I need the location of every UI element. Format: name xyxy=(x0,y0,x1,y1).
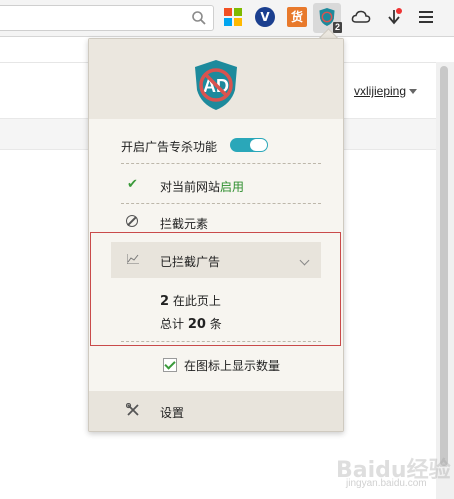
total-count-value: 20 xyxy=(187,317,206,332)
v-extension-icon[interactable]: V xyxy=(255,7,275,27)
site-status-value: 启用 xyxy=(220,180,245,194)
page-count-line: 2 在此页上 xyxy=(160,292,221,309)
watermark-sub: jingyan.baidu.com xyxy=(346,478,427,489)
total-count-line: 总计 20 条 xyxy=(160,315,222,332)
browser-toolbar: V 货 2 xyxy=(0,0,454,37)
ms-apps-icon[interactable] xyxy=(224,8,242,26)
huo-extension-icon[interactable]: 货 xyxy=(287,7,307,27)
chevron-down-icon[interactable] xyxy=(409,89,417,94)
popup-header: AD xyxy=(89,39,343,119)
download-icon[interactable] xyxy=(385,7,405,27)
divider xyxy=(121,163,321,164)
adblock-logo-icon: AD xyxy=(195,60,237,110)
site-status-prefix: 对当前网站 xyxy=(160,180,221,194)
scrollbar-thumb[interactable] xyxy=(440,66,448,466)
block-element-item[interactable]: 拦截元素 xyxy=(160,215,208,232)
total-suffix: 条 xyxy=(209,317,222,331)
username-link[interactable]: vxlijieping xyxy=(354,84,406,98)
enable-toggle[interactable] xyxy=(230,138,268,152)
settings-label: 设置 xyxy=(160,406,185,420)
block-icon xyxy=(126,215,138,227)
divider xyxy=(121,203,321,204)
enable-label: 开启广告专杀功能 xyxy=(121,140,218,154)
settings-icon xyxy=(126,403,139,416)
adblock-popup: AD 开启广告专杀功能 ✔ 对当前网站启用 拦截元素 已拦截广告 2 在此页上 … xyxy=(88,38,344,432)
toggle-knob xyxy=(250,139,267,151)
blocked-ads-label: 已拦截广告 xyxy=(160,255,221,269)
menu-icon[interactable] xyxy=(417,7,437,27)
download-notification-dot xyxy=(396,8,402,14)
total-prefix: 总计 xyxy=(160,317,185,331)
site-status-item[interactable]: 对当前网站启用 xyxy=(160,178,244,195)
show-count-label: 在图标上显示数量 xyxy=(184,359,281,373)
page-count-value: 2 xyxy=(160,294,170,309)
page-count-suffix: 在此页上 xyxy=(172,294,221,308)
check-icon: ✔ xyxy=(127,177,138,192)
divider xyxy=(121,341,321,342)
show-count-checkbox[interactable] xyxy=(163,358,177,372)
cloud-icon[interactable] xyxy=(351,7,371,27)
ad-count-badge: 2 xyxy=(332,22,342,33)
url-bar[interactable] xyxy=(0,5,214,31)
search-icon[interactable] xyxy=(191,10,207,26)
chart-icon xyxy=(127,254,139,264)
